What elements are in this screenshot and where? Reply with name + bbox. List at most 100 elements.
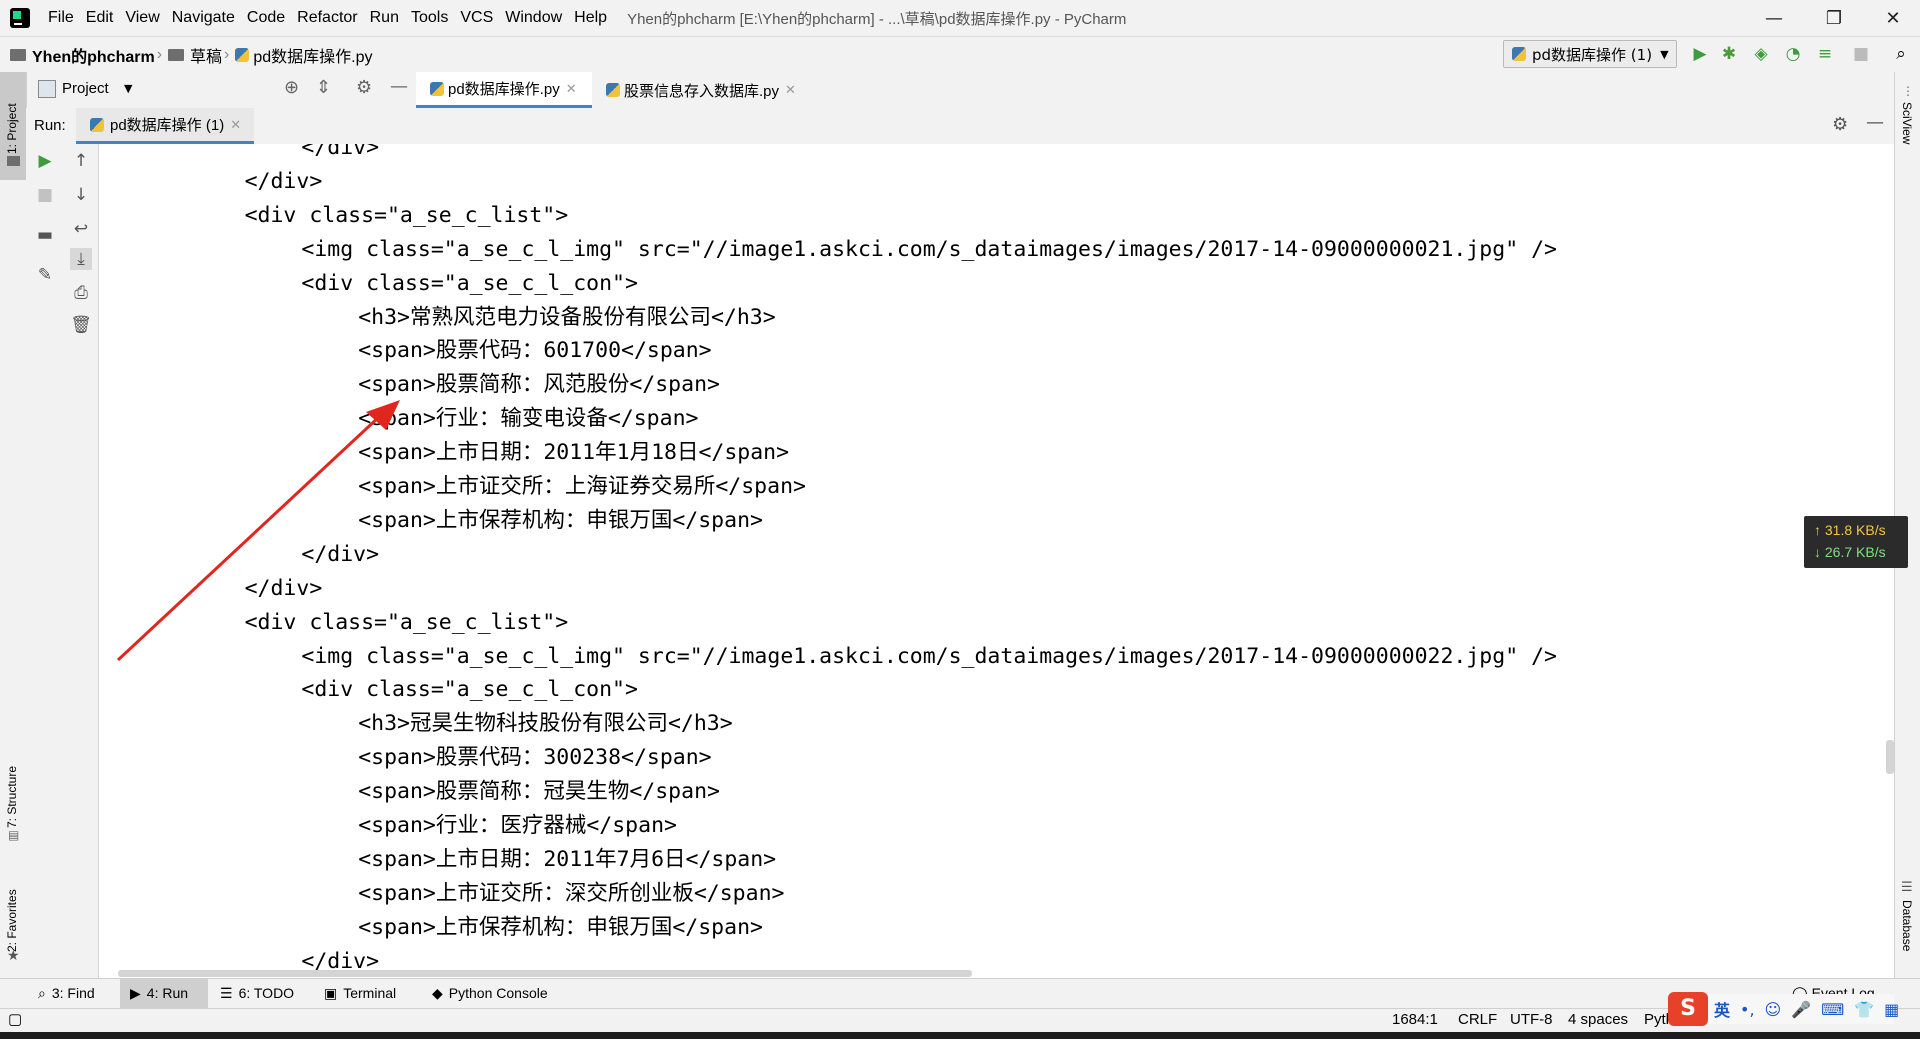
line-separator[interactable]: CRLF — [1458, 1008, 1497, 1032]
find-tab-label: 3: Find — [51, 985, 95, 1001]
scroll-to-end-icon[interactable]: ⤓ — [70, 248, 92, 270]
console-line: <span>股票代码：300238</span> — [358, 745, 712, 771]
hide-icon[interactable]: — — [390, 76, 408, 97]
search-icon: ⌕ — [38, 984, 46, 1001]
terminal-tab-label: Terminal — [343, 985, 397, 1001]
emoji-icon[interactable]: ☺ — [1765, 1000, 1782, 1019]
editor-tab[interactable]: 股票信息存入数据库.py ✕ — [596, 72, 806, 108]
pycharm-logo-icon — [10, 8, 30, 28]
pin-icon[interactable]: ✎ — [34, 264, 56, 286]
down-arrow-icon[interactable]: ↓ — [70, 184, 92, 206]
project-tool-tab[interactable]: 1: Project — [5, 84, 19, 154]
run-configuration-label: pd数据库操作 (1) — [1532, 45, 1653, 64]
restore-button[interactable]: ❐ — [1811, 0, 1857, 36]
file-encoding[interactable]: UTF-8 — [1510, 1008, 1553, 1032]
download-speed: ↓ 26.7 KB/s — [1814, 544, 1886, 560]
structure-tool-tab[interactable]: 7: Structure — [5, 748, 19, 828]
layout-icon[interactable]: ▬ — [34, 224, 56, 246]
project-view-label[interactable]: Project — [62, 80, 109, 97]
menu-refactor[interactable]: Refactor — [291, 0, 363, 36]
trash-icon[interactable]: 🗑 — [70, 314, 92, 336]
menu-view[interactable]: View — [119, 0, 165, 36]
python-file-icon — [430, 81, 444, 96]
todo-tool-tab[interactable]: ☰ 6: TODO — [220, 978, 294, 1008]
menu-navigate[interactable]: Navigate — [166, 0, 241, 36]
console-line: <span>股票简称：冠昊生物</span> — [358, 779, 720, 805]
run-tab[interactable]: pd数据库操作 (1) ✕ — [76, 108, 254, 144]
caret-position[interactable]: 1684:1 — [1392, 1008, 1438, 1032]
console-line: <div class="a_se_c_l_con"> — [301, 270, 638, 296]
keyboard-icon[interactable]: ⌨ — [1821, 1000, 1844, 1019]
console-line: <img class="a_se_c_l_img" src="//image1.… — [301, 643, 1557, 669]
debug-icon[interactable]: ✱ — [1720, 44, 1738, 64]
console-line: <span>上市保荐机构：申银万国</span> — [358, 507, 763, 533]
run-configuration-dropdown[interactable]: pd数据库操作 (1) ▼ — [1503, 40, 1677, 68]
terminal-tool-tab[interactable]: ▣ Terminal — [324, 978, 396, 1008]
find-tool-tab[interactable]: ⌕ 3: Find — [38, 978, 95, 1008]
menu-run[interactable]: Run — [364, 0, 405, 36]
python-console-tool-tab[interactable]: ◆ Python Console — [432, 978, 548, 1008]
favorites-tool-tab[interactable]: 2: Favorites — [5, 872, 19, 952]
ime-logo-icon[interactable]: S — [1668, 992, 1708, 1026]
terminal-icon: ▣ — [324, 984, 338, 1001]
menu-help[interactable]: Help — [568, 0, 613, 36]
editor-tab-active[interactable]: pd数据库操作.py ✕ — [416, 72, 592, 108]
print-icon[interactable]: ⎙ — [70, 282, 92, 304]
console-line: <span>上市证交所：上海证券交易所</span> — [358, 474, 806, 499]
menu-file[interactable]: File — [42, 0, 80, 36]
gear-icon[interactable]: ⚙ — [1832, 114, 1848, 135]
indent-setting[interactable]: 4 spaces — [1568, 1008, 1628, 1032]
horizontal-scrollbar[interactable] — [118, 970, 972, 977]
vertical-scrollbar[interactable] — [1886, 740, 1894, 774]
chevron-down-icon: ▼ — [1660, 47, 1669, 61]
toggle-tool-windows-icon[interactable]: ▢ — [8, 1008, 22, 1032]
ime-language[interactable]: 英 — [1714, 997, 1730, 1021]
punctuation-icon[interactable]: •, — [1740, 1000, 1755, 1019]
profile-icon[interactable]: ◔ — [1784, 44, 1802, 64]
console-line: <h3>常熟风范电力设备股份有限公司</h3> — [358, 304, 776, 330]
breadcrumb-file[interactable]: pd数据库操作.py — [253, 43, 372, 67]
coverage-icon[interactable]: ◈ — [1752, 44, 1770, 64]
breadcrumb-project[interactable]: Yhen的phcharm — [32, 43, 155, 67]
collapse-all-icon[interactable]: ⇕ — [316, 77, 331, 98]
breadcrumb-folder[interactable]: 草稿 — [190, 43, 222, 67]
gear-icon[interactable]: ⚙ — [356, 77, 372, 98]
menu-tools[interactable]: Tools — [405, 0, 454, 36]
database-tool-tab[interactable]: Database — [1900, 900, 1914, 951]
up-arrow-icon[interactable]: ↑ — [70, 150, 92, 172]
database-icon: ☰ — [1901, 880, 1913, 895]
rerun-icon[interactable]: ▶ — [34, 150, 56, 172]
hide-icon[interactable]: — — [1866, 112, 1884, 133]
menu-vcs[interactable]: VCS — [454, 0, 499, 36]
console-line: <span>股票简称：风范股份</span> — [358, 372, 720, 398]
concurrency-icon[interactable]: ≡ — [1816, 44, 1834, 64]
stop-icon[interactable]: ■ — [34, 184, 56, 206]
menu-code[interactable]: Code — [241, 0, 291, 36]
close-tab-icon[interactable]: ✕ — [785, 82, 796, 98]
microphone-icon[interactable]: 🎤 — [1791, 1000, 1811, 1019]
stop-icon[interactable]: ■ — [1852, 44, 1870, 64]
search-everywhere-icon[interactable]: ⌕ — [1892, 44, 1910, 64]
run-icon[interactable]: ▶ — [1691, 44, 1709, 64]
structure-icon: ▤ — [8, 828, 20, 842]
status-bar — [0, 1008, 1920, 1033]
soft-wrap-icon[interactable]: ↩ — [70, 218, 92, 240]
menu-bar: File Edit View Navigate Code Refactor Ru… — [42, 0, 613, 36]
star-icon: ★ — [7, 948, 20, 964]
run-tool-tab[interactable]: ▶ 4: Run — [120, 978, 208, 1008]
close-tab-icon[interactable]: ✕ — [230, 117, 241, 133]
minimize-button[interactable]: — — [1751, 0, 1797, 36]
chevron-down-icon[interactable]: ▼ — [124, 82, 132, 95]
close-tab-icon[interactable]: ✕ — [566, 81, 577, 97]
project-view-icon — [38, 80, 56, 98]
skin-icon[interactable]: 👕 — [1854, 1000, 1874, 1019]
console-line: <div class="a_se_c_list"> — [244, 202, 569, 228]
locate-icon[interactable]: ⊕ — [284, 77, 299, 98]
close-window-button[interactable]: ✕ — [1870, 0, 1916, 36]
sciview-tool-tab[interactable]: SciView — [1900, 102, 1914, 144]
menu-edit[interactable]: Edit — [80, 0, 120, 36]
menu-window[interactable]: Window — [499, 0, 568, 36]
folder-icon — [10, 49, 26, 61]
console-line: </div> — [244, 168, 323, 194]
settings-icon[interactable]: ▦ — [1884, 1000, 1899, 1019]
